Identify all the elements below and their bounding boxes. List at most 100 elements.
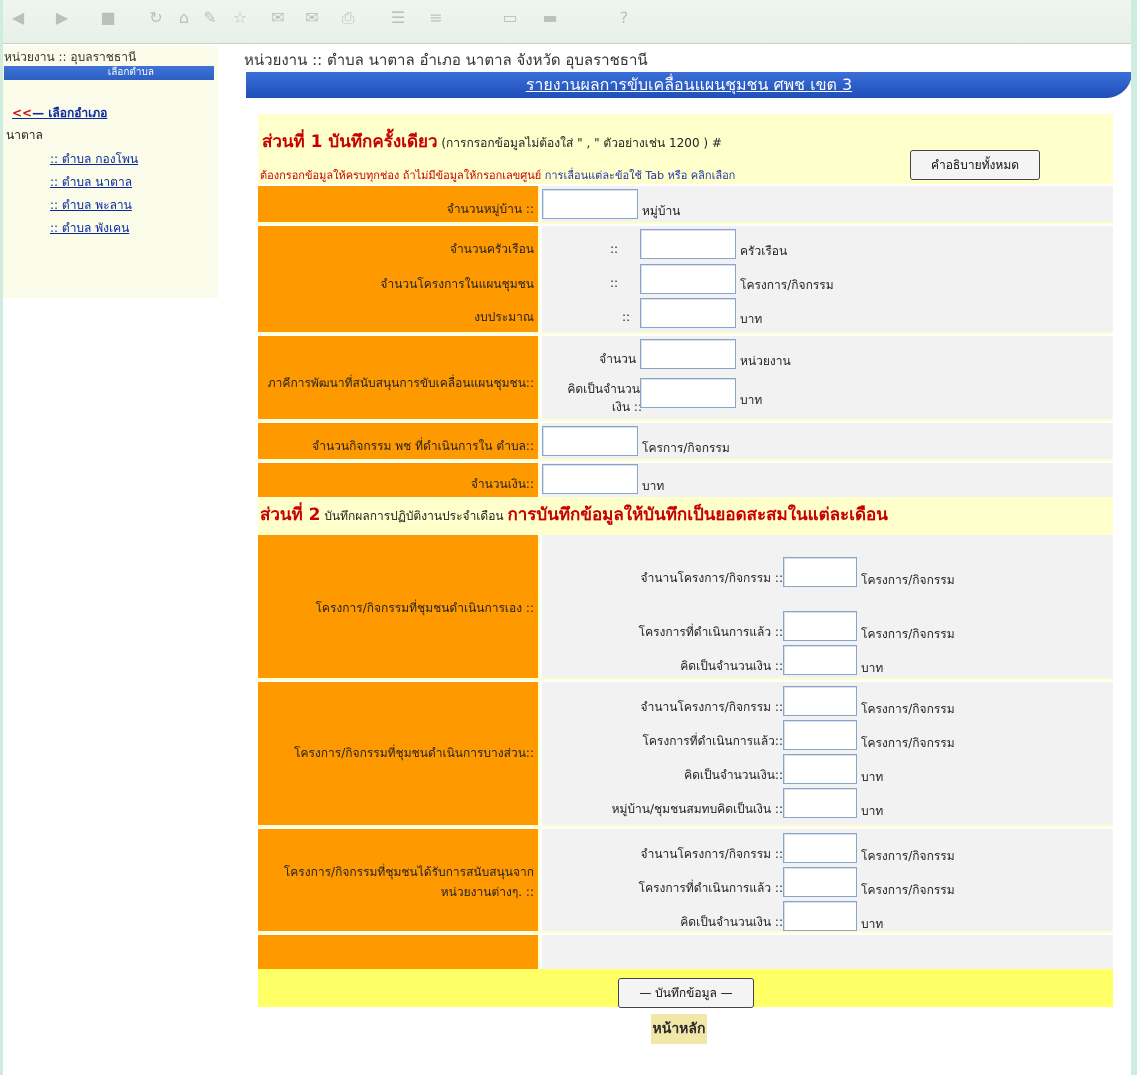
- partial-contrib-label: หมู่บ้าน/ชุมชนสมทบคิดเป็นเงิน ::: [611, 802, 783, 816]
- self-run-done-input[interactable]: [783, 611, 857, 641]
- back-label: — เลือกอำเภอ: [32, 106, 108, 120]
- activities-unit: โครการ/กิจกรรม: [642, 441, 730, 455]
- activities-input-cell: โครการ/กิจกรรม: [542, 423, 1113, 459]
- partial-done-label: โครงการที่ดำเนินการแล้ว::: [642, 734, 783, 748]
- self-run-total-label: จำนานโครงการ/กิจกรรม ::: [640, 571, 783, 585]
- sidebar-link-phalan[interactable]: :: ตำบล พะลาน: [50, 196, 132, 215]
- explain-all-button[interactable]: คำอธิบายทั้งหมด: [910, 150, 1040, 180]
- supported-money-input[interactable]: [783, 901, 857, 931]
- save-row: — บันทึกข้อมูล —: [258, 969, 1113, 1008]
- supported-total-unit: โครงการ/กิจกรรม: [861, 849, 955, 863]
- self-run-total-input[interactable]: [783, 557, 857, 587]
- supported-label-2: หน่วยงานต่างๆ. ::: [440, 885, 534, 899]
- section2-highlight: การบันทึกข้อมูลให้บันทึกเป็นยอดสะสมในแต่…: [507, 505, 888, 525]
- sidebar-bar: เลือกตำบล: [4, 66, 214, 80]
- community-plan-input-cell: :: ครัวเรือน :: โครงการ/กิจกรรม :: บาท: [542, 226, 1113, 332]
- partners-money-input[interactable]: [640, 378, 736, 408]
- activities-input[interactable]: [542, 426, 638, 456]
- projects-prefix: ::: [610, 276, 619, 290]
- supported-label-cell: โครงการ/กิจกรรมที่ชุมชนได้รับการสนับสนุน…: [258, 829, 540, 931]
- partial-label-cell: โครงการ/กิจกรรมที่ชุมชนดำเนินการบางส่วน:…: [258, 682, 540, 825]
- villages-input[interactable]: [542, 189, 638, 219]
- self-run-money-unit: บาท: [861, 661, 884, 675]
- supported-done-input[interactable]: [783, 867, 857, 897]
- partial-money-label: คิดเป็นจำนวนเงิน::: [684, 768, 783, 782]
- budget-label: งบประมาณ: [474, 310, 534, 324]
- print-icon[interactable]: ⎙: [338, 8, 358, 28]
- households-unit: ครัวเรือน: [740, 244, 788, 258]
- section1-title: ส่วนที่ 1 บันทึกครั้งเดียว (การกรอกข้อมู…: [262, 128, 722, 155]
- villages-row: จำนวนหมู่บ้าน :: หมู่บ้าน: [258, 186, 1113, 224]
- partial-label: โครงการ/กิจกรรมที่ชุมชนดำเนินการบางส่วน:…: [294, 746, 534, 760]
- partial-done-input[interactable]: [783, 720, 857, 750]
- money-input[interactable]: [542, 464, 638, 494]
- partners-count-input[interactable]: [640, 339, 736, 369]
- budget-prefix: ::: [622, 310, 631, 324]
- back-to-district-link[interactable]: <<— เลือกอำเภอ: [12, 104, 107, 123]
- supported-total-input[interactable]: [783, 833, 857, 863]
- save-button[interactable]: — บันทึกข้อมูล —: [618, 978, 754, 1008]
- supported-done-unit: โครงการ/กิจกรรม: [861, 883, 955, 897]
- villages-label-cell: จำนวนหมู่บ้าน ::: [258, 186, 540, 222]
- money-unit: บาท: [642, 479, 665, 493]
- folder-icon[interactable]: ≡: [426, 8, 446, 28]
- refresh-icon[interactable]: ↻: [146, 8, 166, 28]
- self-run-input-cell: จำนานโครงการ/กิจกรรม :: โครงการ/กิจกรรม …: [542, 535, 1113, 678]
- home-button[interactable]: หน้าหลัก: [651, 1014, 707, 1044]
- partial-done-unit: โครงการ/กิจกรรม: [861, 736, 955, 750]
- budget-unit: บาท: [740, 312, 763, 326]
- section1-title-text: ส่วนที่ 1 บันทึกครั้งเดียว: [262, 132, 438, 152]
- projects-input[interactable]: [640, 264, 736, 294]
- right-frame-edge: [1131, 0, 1137, 1075]
- edit-icon[interactable]: ✎: [200, 8, 220, 28]
- projects-unit: โครงการ/กิจกรรม: [740, 278, 834, 292]
- partners-money-label-1: คิดเป็นจำนวน: [567, 382, 640, 396]
- discuss-icon[interactable]: ☰: [388, 8, 408, 28]
- history-icon[interactable]: ✉: [268, 8, 288, 28]
- mail-icon[interactable]: ✉: [302, 8, 322, 28]
- left-frame-edge: [0, 0, 3, 1075]
- empty-row: [258, 935, 1113, 969]
- settings-icon[interactable]: ▬: [540, 8, 560, 28]
- sidebar-link-phangkhen[interactable]: :: ตำบล พังเคน: [50, 219, 129, 238]
- empty-input-cell: [542, 935, 1113, 969]
- partial-projects-row: โครงการ/กิจกรรมที่ชุมชนดำเนินการบางส่วน:…: [258, 682, 1113, 827]
- money-row: จำนวนเงิน:: บาท: [258, 463, 1113, 499]
- sidebar-link-kongphon[interactable]: :: ตำบล กองโพน: [50, 150, 138, 169]
- partial-total-label: จำนานโครงการ/กิจกรรม ::: [640, 700, 783, 714]
- star-icon[interactable]: ☆: [230, 8, 250, 28]
- partners-row: ภาคีการพัฒนาที่สนับสนุนการขับเคลื่อนแผนช…: [258, 336, 1113, 421]
- activities-label: จำนวนกิจกรรม พช ที่ดำเนินการใน ตำบล::: [312, 439, 534, 453]
- home-icon[interactable]: ⌂: [174, 8, 194, 28]
- community-plan-label-cell: จำนวนครัวเรือน จำนวนโครงการในแผนชุมชน งบ…: [258, 226, 540, 332]
- partial-contrib-input[interactable]: [783, 788, 857, 818]
- self-run-money-label: คิดเป็นจำนวนเงิน ::: [680, 659, 783, 673]
- households-input[interactable]: [640, 229, 736, 259]
- budget-input[interactable]: [640, 298, 736, 328]
- forward-icon[interactable]: ▶: [52, 8, 72, 28]
- supported-money-label: คิดเป็นจำนวนเงิน ::: [680, 915, 783, 929]
- money-label-cell: จำนวนเงิน::: [258, 463, 540, 497]
- self-run-money-input[interactable]: [783, 645, 857, 675]
- help-icon[interactable]: ?: [614, 8, 634, 28]
- supported-input-cell: จำนานโครงการ/กิจกรรม :: โครงการ/กิจกรรม …: [542, 829, 1113, 931]
- activities-label-cell: จำนวนกิจกรรม พช ที่ดำเนินการใน ตำบล::: [258, 423, 540, 459]
- partial-money-input[interactable]: [783, 754, 857, 784]
- browser-toolbar: ◀ ▶ ■ ↻ ⌂ ✎ ☆ ✉ ✉ ⎙ ☰ ≡ ▭ ▬ ?: [0, 0, 1137, 44]
- report-banner[interactable]: รายงานผลการขับเคลื่อนแผนชุมชน ศพช เขต 3: [246, 72, 1132, 98]
- self-run-projects-row: โครงการ/กิจกรรมที่ชุมชนดำเนินการเอง :: จ…: [258, 535, 1113, 680]
- partial-total-input[interactable]: [783, 686, 857, 716]
- back-icon[interactable]: ◀: [8, 8, 28, 28]
- sidebar-link-natan[interactable]: :: ตำบล นาตาล: [50, 173, 132, 192]
- warning-blue: การเลื่อนแต่ละข้อใช้ Tab หรือ คลิกเลือก: [541, 169, 736, 182]
- supported-projects-row: โครงการ/กิจกรรมที่ชุมชนได้รับการสนับสนุน…: [258, 829, 1113, 933]
- section1-warning: ต้องกรอกข้อมูลให้ครบทุกช่อง ถ้าไม่มีข้อม…: [260, 166, 735, 184]
- section2-title: ส่วนที่ 2 บันทึกผลการปฏิบัติงานประจำเดือ…: [260, 501, 888, 528]
- money-label: จำนวนเงิน::: [470, 477, 534, 491]
- community-plan-row: จำนวนครัวเรือน จำนวนโครงการในแผนชุมชน งบ…: [258, 226, 1113, 334]
- stop-icon[interactable]: ■: [98, 8, 118, 28]
- page: ◀ ▶ ■ ↻ ⌂ ✎ ☆ ✉ ✉ ⎙ ☰ ≡ ▭ ▬ ? หน่วยงาน :…: [0, 0, 1137, 1075]
- media-icon[interactable]: ▭: [500, 8, 520, 28]
- money-input-cell: บาท: [542, 463, 1113, 497]
- supported-done-label: โครงการที่ดำเนินการแล้ว ::: [638, 881, 783, 895]
